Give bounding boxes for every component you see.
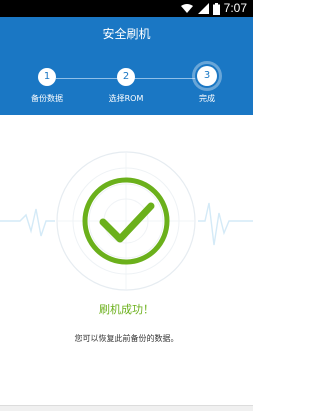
step-circle-1: 1 — [38, 68, 56, 86]
result-panel: 刷机成功！ 您可以恢复此前备份的数据。 — [0, 115, 253, 405]
success-graphic — [0, 151, 253, 291]
step-circle-2: 2 — [117, 68, 135, 86]
status-icons: 7:07 — [180, 0, 247, 17]
step-label-3: 完成 — [199, 94, 215, 103]
wifi-icon — [180, 4, 193, 13]
battery-icon — [212, 2, 220, 15]
status-time: 7:07 — [223, 1, 247, 15]
success-description: 您可以恢复此前备份的数据。 — [74, 334, 179, 343]
waveform-right-icon — [198, 202, 253, 246]
step-connector — [134, 78, 198, 79]
step-progress: 1 2 3 备份数据 选择ROM 完成 — [0, 64, 253, 104]
step-label-1: 备份数据 — [31, 94, 63, 103]
success-title: 刷机成功！ — [99, 303, 154, 316]
step-connector — [56, 78, 120, 79]
step-label-2: 选择ROM — [108, 94, 144, 103]
status-bar: 7:07 — [0, 0, 253, 17]
header: 安全刷机 1 2 3 备份数据 选择ROM 完成 — [0, 17, 253, 115]
cell-signal-icon — [197, 3, 209, 14]
page-title: 安全刷机 — [102, 27, 151, 41]
bottom-bar — [0, 405, 253, 411]
waveform-left-icon — [0, 208, 55, 237]
step-circle-3: 3 — [197, 66, 217, 86]
